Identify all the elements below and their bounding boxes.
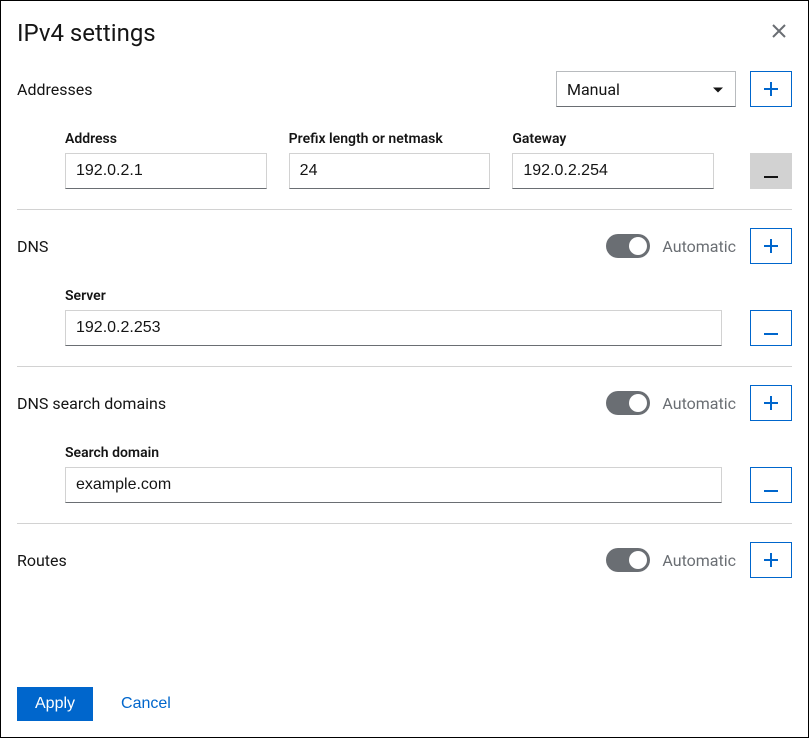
addresses-section: Addresses Manual Address Prefix length o… [17,71,792,210]
plus-icon [764,234,778,258]
add-address-button[interactable] [750,71,792,107]
address-row: Address Prefix length or netmask Gateway [17,131,792,189]
cancel-button[interactable]: Cancel [121,695,171,713]
apply-button[interactable]: Apply [17,687,93,721]
add-dns-button[interactable] [750,228,792,264]
minus-icon [764,316,778,340]
search-domains-automatic-toggle[interactable] [606,391,650,415]
toggle-knob [629,394,647,412]
plus-icon [764,548,778,572]
dns-search-domains-label: DNS search domains [17,394,166,413]
toggle-knob [629,551,647,569]
minus-icon [764,473,778,497]
addresses-mode-select[interactable]: Manual [556,71,736,107]
add-route-button[interactable] [750,542,792,578]
dns-search-domains-section: DNS search domains Automatic Search doma… [17,385,792,524]
search-domain-row: Search domain [17,445,792,503]
dns-label: DNS [17,237,48,256]
close-icon [772,19,786,43]
plus-icon [764,77,778,101]
dns-section: DNS Automatic Server [17,228,792,367]
prefix-input[interactable] [289,153,491,189]
dns-automatic-label: Automatic [662,237,736,256]
routes-label: Routes [17,551,67,570]
dns-server-row: Server [17,288,792,346]
toggle-knob [629,237,647,255]
dns-server-input[interactable] [65,310,722,346]
routes-automatic-toggle[interactable] [606,548,650,572]
dialog-footer: Apply Cancel [17,675,792,721]
address-input[interactable] [65,153,267,189]
remove-search-domain-button[interactable] [750,467,792,503]
gateway-input[interactable] [512,153,714,189]
address-column-label: Address [65,131,267,147]
search-domain-input[interactable] [65,467,722,503]
remove-dns-button[interactable] [750,310,792,346]
dns-automatic-toggle[interactable] [606,234,650,258]
remove-address-button[interactable] [750,153,792,189]
plus-icon [764,391,778,415]
dialog-title: IPv4 settings [17,19,156,47]
gateway-column-label: Gateway [512,131,714,147]
addresses-mode-value: Manual [556,71,736,107]
routes-automatic-label: Automatic [662,551,736,570]
addresses-label: Addresses [17,80,93,99]
prefix-column-label: Prefix length or netmask [289,131,491,147]
close-button[interactable] [766,19,792,43]
minus-icon [764,159,778,183]
add-search-domain-button[interactable] [750,385,792,421]
search-domain-label: Search domain [65,445,722,461]
search-domains-automatic-label: Automatic [662,394,736,413]
dns-server-label: Server [65,288,722,304]
routes-section: Routes Automatic [17,542,792,598]
dialog-header: IPv4 settings [17,19,792,47]
